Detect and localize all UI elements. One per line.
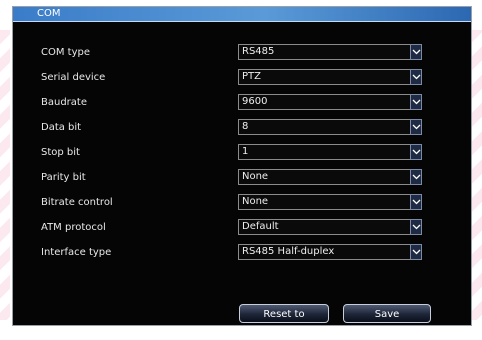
data-bit-label: Data bit bbox=[41, 122, 82, 133]
chevron-down-icon[interactable] bbox=[410, 194, 422, 210]
parity-bit-select[interactable]: None bbox=[238, 169, 422, 185]
baudrate-row: Baudrate 9600 bbox=[13, 94, 471, 112]
baudrate-select[interactable]: 9600 bbox=[238, 94, 422, 110]
chevron-down-icon[interactable] bbox=[410, 144, 422, 160]
stop-bit-select[interactable]: 1 bbox=[238, 144, 422, 160]
interface-type-row: Interface type RS485 Half-duplex bbox=[13, 244, 471, 262]
atm-protocol-value: Default bbox=[242, 221, 279, 232]
serial-device-row: Serial device PTZ bbox=[13, 69, 471, 87]
serial-device-select[interactable]: PTZ bbox=[238, 69, 422, 85]
stop-bit-row: Stop bit 1 bbox=[13, 144, 471, 162]
chevron-down-icon[interactable] bbox=[410, 69, 422, 85]
com-type-select[interactable]: RS485 bbox=[238, 44, 422, 60]
com-settings-dialog: COM COM type RS485 Serial device PTZ Bau… bbox=[12, 6, 472, 337]
chevron-down-icon[interactable] bbox=[410, 119, 422, 135]
com-type-value: RS485 bbox=[242, 46, 275, 57]
title-bar: COM bbox=[13, 7, 471, 22]
atm-protocol-select[interactable]: Default bbox=[238, 219, 422, 235]
bitrate-control-value: None bbox=[242, 196, 269, 207]
data-bit-row: Data bit 8 bbox=[13, 119, 471, 137]
interface-type-select[interactable]: RS485 Half-duplex bbox=[238, 244, 422, 260]
bitrate-control-label: Bitrate control bbox=[41, 197, 113, 208]
parity-bit-value: None bbox=[242, 171, 269, 182]
chevron-down-icon[interactable] bbox=[410, 219, 422, 235]
data-bit-value: 8 bbox=[242, 121, 249, 132]
com-type-label: COM type bbox=[41, 47, 90, 58]
com-type-row: COM type RS485 bbox=[13, 44, 471, 62]
stop-bit-value: 1 bbox=[242, 146, 249, 157]
chevron-down-icon[interactable] bbox=[410, 169, 422, 185]
bitrate-control-row: Bitrate control None bbox=[13, 194, 471, 212]
dialog-title: COM bbox=[37, 8, 61, 19]
serial-device-label: Serial device bbox=[41, 72, 106, 83]
chevron-down-icon[interactable] bbox=[410, 94, 422, 110]
chevron-down-icon[interactable] bbox=[410, 244, 422, 260]
save-button[interactable]: Save bbox=[343, 304, 431, 323]
serial-device-value: PTZ bbox=[242, 71, 261, 82]
parity-bit-label: Parity bit bbox=[41, 172, 86, 183]
atm-protocol-label: ATM protocol bbox=[41, 222, 106, 233]
baudrate-label: Baudrate bbox=[41, 97, 87, 108]
interface-type-label: Interface type bbox=[41, 247, 112, 258]
background-watermark-left bbox=[0, 30, 10, 320]
reset-to-default-button[interactable]: Reset to default bbox=[239, 304, 329, 337]
stop-bit-label: Stop bit bbox=[41, 147, 80, 158]
interface-type-value: RS485 Half-duplex bbox=[242, 246, 335, 257]
atm-protocol-row: ATM protocol Default bbox=[13, 219, 471, 237]
baudrate-value: 9600 bbox=[242, 96, 268, 107]
data-bit-select[interactable]: 8 bbox=[238, 119, 422, 135]
bitrate-control-select[interactable]: None bbox=[238, 194, 422, 210]
chevron-down-icon[interactable] bbox=[410, 44, 422, 60]
parity-bit-row: Parity bit None bbox=[13, 169, 471, 187]
